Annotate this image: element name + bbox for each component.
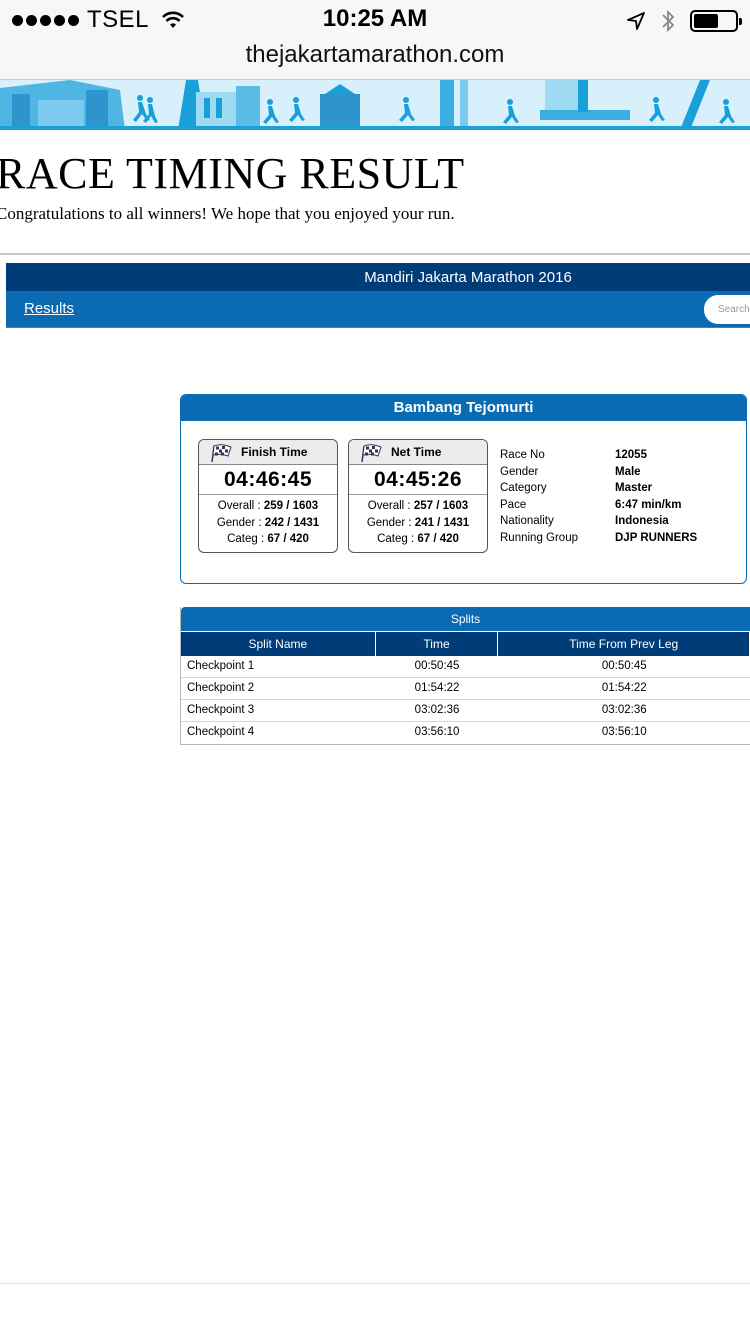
table-row: Checkpoint 3 03:02:36 03:02:36 — [181, 700, 750, 722]
info-gender: Gender Male — [500, 465, 641, 478]
split-leg-time: 03:56:10 — [601, 726, 647, 738]
checkered-flag-icon — [361, 444, 382, 462]
column-header-split-name: Split Name — [181, 632, 376, 656]
split-name: Checkpoint 3 — [187, 704, 255, 716]
column-header-time: Time — [376, 632, 499, 656]
finish-gender-rank: Gender : 242 / 1431 — [216, 516, 320, 529]
split-leg-time: 01:54:22 — [601, 682, 647, 694]
info-running-group: Running Group DJP RUNNERS — [500, 531, 698, 544]
split-time: 03:02:36 — [414, 704, 460, 716]
finish-overall-rank: Overall : 259 / 1603 — [217, 500, 319, 512]
splits-title: Splits — [181, 607, 750, 631]
results-nav-bar: Results Search — [6, 291, 750, 328]
page-subtitle: Congratulations to all winners! We hope … — [0, 204, 455, 223]
net-time-label: Net Time — [391, 445, 442, 459]
event-title-bar: Mandiri Jakarta Marathon 2016 — [6, 263, 750, 292]
results-link[interactable]: Results — [24, 300, 74, 317]
split-time: 00:50:45 — [414, 660, 460, 672]
divider — [0, 253, 750, 255]
checkered-flag-icon — [211, 444, 232, 462]
table-row: Checkpoint 4 03:56:10 03:56:10 — [181, 722, 750, 744]
finish-time-label: Finish Time — [241, 445, 308, 459]
bluetooth-icon — [662, 9, 675, 33]
footer-divider — [0, 1283, 750, 1284]
page-title: RACE TIMING RESULT — [0, 149, 465, 198]
finish-time-box: Finish Time 04:46:45 Overall : 259 / 160… — [198, 439, 338, 553]
split-time: 01:54:22 — [414, 682, 460, 694]
search-input[interactable]: Search — [704, 295, 750, 324]
athlete-name: Bambang Tejomurti — [181, 395, 746, 421]
finish-category-rank: Categ : 67 / 420 — [227, 533, 309, 545]
info-pace: Pace 6:47 min/km — [500, 498, 682, 511]
finish-time-header: Finish Time — [199, 440, 337, 465]
splits-header-row: Split Name Time Time From Prev Leg — [181, 631, 750, 656]
table-row: Checkpoint 1 00:50:45 00:50:45 — [181, 656, 750, 678]
net-time-header: Net Time — [349, 440, 487, 465]
splits-table: Splits Split Name Time Time From Prev Le… — [180, 607, 750, 745]
athlete-info-list: Race No 12055 Gender Male Category Master P… — [500, 447, 697, 546]
split-leg-time: 00:50:45 — [601, 660, 647, 672]
split-name: Checkpoint 2 — [187, 682, 255, 694]
status-right — [626, 8, 742, 34]
finish-time-value: 04:46:45 — [199, 467, 337, 495]
net-time-value: 04:45:26 — [349, 467, 487, 495]
athlete-result-card: Bambang Tejomurti Finish Time 04:46:45 O… — [180, 394, 747, 584]
address-bar[interactable]: thejakartamarathon.com — [0, 40, 750, 80]
net-category-rank: Categ : 67 / 420 — [377, 533, 459, 545]
split-time: 03:56:10 — [414, 726, 460, 738]
net-overall-rank: Overall : 257 / 1603 — [367, 500, 469, 512]
info-category: Category Master — [500, 482, 653, 494]
info-nationality: Nationality Indonesia — [500, 515, 669, 527]
header-banner — [0, 80, 750, 130]
table-row: Checkpoint 2 01:54:22 01:54:22 — [181, 678, 750, 700]
net-time-box: Net Time 04:45:26 Overall : 257 / 1603 G… — [348, 439, 488, 553]
location-arrow-icon — [627, 12, 645, 30]
city-runners-illustration — [0, 80, 750, 126]
split-name: Checkpoint 4 — [187, 726, 255, 738]
split-leg-time: 03:02:36 — [601, 704, 647, 716]
status-bar: TSEL 10:25 AM — [0, 0, 750, 40]
column-header-time-from-prev: Time From Prev Leg — [498, 632, 750, 656]
split-name: Checkpoint 1 — [187, 660, 255, 672]
net-gender-rank: Gender : 241 / 1431 — [366, 516, 470, 529]
battery-icon — [690, 10, 742, 32]
info-race-no: Race No 12055 — [500, 449, 647, 461]
